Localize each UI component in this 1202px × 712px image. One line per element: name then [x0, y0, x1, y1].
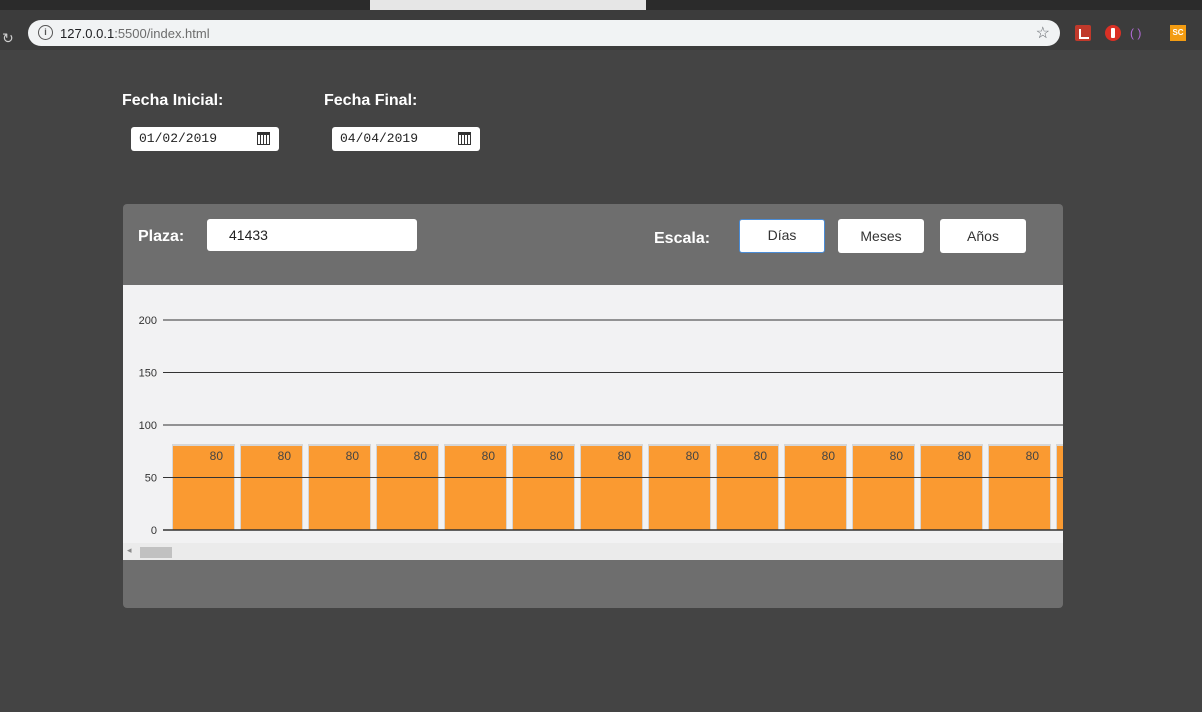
- chart-bar[interactable]: [853, 446, 914, 530]
- bar-data-label: 80: [618, 449, 632, 463]
- chart-bar[interactable]: [309, 446, 370, 530]
- fecha-final-input[interactable]: 04/04/2019: [332, 127, 480, 151]
- chart-bar[interactable]: [445, 446, 506, 530]
- chart-bar[interactable]: [1057, 446, 1063, 530]
- y-tick-label: 50: [145, 473, 157, 485]
- bar-chart: 0 50 100 150 200 80 80 80 80 80 80 80 80 80 80 80 80 80 ◂: [123, 285, 1063, 560]
- scale-button-meses[interactable]: Meses: [838, 219, 924, 253]
- y-tick-label: 200: [139, 315, 157, 327]
- scroll-thumb[interactable]: [140, 547, 172, 558]
- sc-extension-icon[interactable]: SC: [1170, 25, 1186, 41]
- chart-bar[interactable]: [513, 446, 574, 530]
- plaza-input[interactable]: 41433: [207, 219, 417, 251]
- scroll-left-arrow-icon[interactable]: ◂: [127, 545, 132, 556]
- chart-bar[interactable]: [649, 446, 710, 530]
- chart-bar[interactable]: [717, 446, 778, 530]
- y-tick-label: 100: [139, 420, 157, 432]
- y-tick-label: 150: [139, 368, 157, 380]
- chart-panel: Plaza: 41433 Escala: Días Meses Años 0 50…: [123, 204, 1063, 608]
- adblock-extension-icon[interactable]: [1105, 25, 1121, 41]
- fecha-inicial-label: Fecha Inicial:: [122, 92, 224, 109]
- fecha-inicial-value: 01/02/2019: [139, 131, 218, 146]
- chart-bar[interactable]: [989, 446, 1050, 530]
- info-icon[interactable]: i: [38, 25, 53, 40]
- url-host: 127.0.0.1: [60, 26, 115, 41]
- chart-bar[interactable]: [241, 446, 302, 530]
- brackets-extension-icon[interactable]: ( ): [1130, 26, 1141, 42]
- bar-data-label: 80: [754, 449, 768, 463]
- fecha-inicial-input[interactable]: 01/02/2019: [131, 127, 279, 151]
- pdf-extension-icon[interactable]: [1075, 25, 1091, 41]
- bar-data-label: 80: [822, 449, 836, 463]
- bar-data-label: 80: [890, 449, 904, 463]
- page-content: Fecha Inicial: 01/02/2019 Fecha Final: 0…: [8, 50, 1202, 712]
- bar-chart-svg: 0 50 100 150 200 80 80 80 80 80 80 80 80 80 80 80 80 80: [139, 315, 1063, 537]
- chart-bar[interactable]: [921, 446, 982, 530]
- y-tick-label: 0: [151, 525, 157, 537]
- address-bar[interactable]: i 127.0.0.1:5500/index.html ☆: [28, 20, 1060, 46]
- bar-data-label: 80: [1026, 449, 1040, 463]
- chart-bar[interactable]: [377, 446, 438, 530]
- chart-horizontal-scrollbar[interactable]: ◂: [123, 543, 1063, 560]
- url-text: 127.0.0.1:5500/index.html: [60, 26, 210, 41]
- bar-data-label: 80: [686, 449, 700, 463]
- bar-data-label: 80: [958, 449, 972, 463]
- url-path: :5500/index.html: [114, 26, 210, 41]
- chart-bar[interactable]: [785, 446, 846, 530]
- chart-bar[interactable]: [173, 446, 234, 530]
- scale-button-anos[interactable]: Años: [940, 219, 1026, 253]
- calendar-icon[interactable]: [458, 132, 471, 145]
- calendar-icon[interactable]: [257, 132, 270, 145]
- bar-data-label: 80: [278, 449, 292, 463]
- bar-data-label: 80: [210, 449, 224, 463]
- reload-icon[interactable]: ↻: [2, 30, 14, 47]
- escala-label: Escala:: [654, 230, 711, 247]
- bar-data-label: 80: [346, 449, 360, 463]
- browser-active-tab[interactable]: [370, 0, 646, 10]
- bookmark-star-icon[interactable]: ☆: [1036, 23, 1050, 43]
- bar-data-label: 80: [414, 449, 428, 463]
- fecha-final-value: 04/04/2019: [340, 131, 419, 146]
- chart-bar[interactable]: [581, 446, 642, 530]
- plaza-label: Plaza:: [138, 228, 185, 245]
- bar-data-label: 80: [482, 449, 496, 463]
- bar-data-label: 80: [550, 449, 564, 463]
- fecha-final-label: Fecha Final:: [324, 92, 418, 109]
- scale-button-dias[interactable]: Días: [739, 219, 825, 253]
